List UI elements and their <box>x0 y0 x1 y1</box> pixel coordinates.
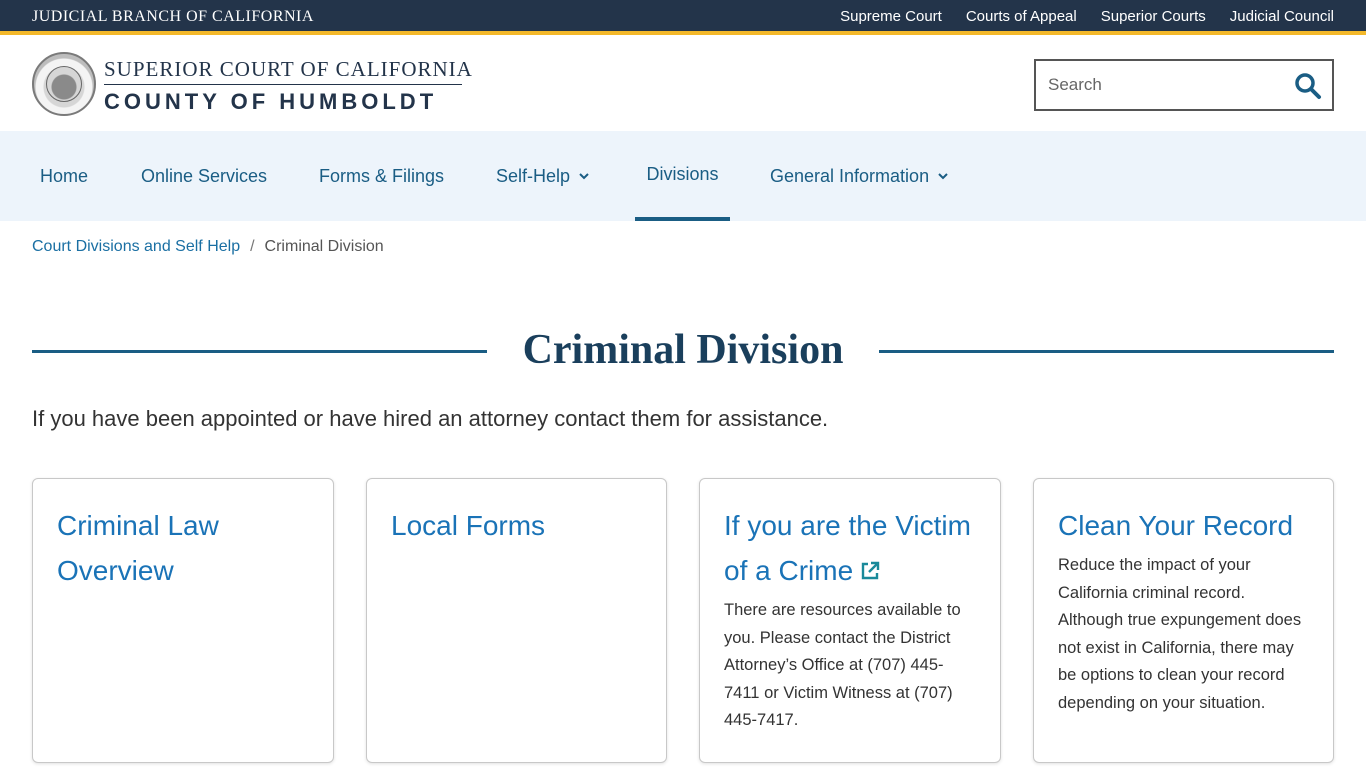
card-criminal-law-overview[interactable]: Criminal Law Overview <box>32 478 334 763</box>
top-bar: JUDICIAL BRANCH OF CALIFORNIA Supreme Co… <box>0 0 1366 35</box>
card-victim-of-crime[interactable]: If you are the Victim of a Crime There a… <box>699 478 1001 763</box>
card-title[interactable]: If you are the Victim of a Crime <box>724 503 976 593</box>
card-body: Reduce the impact of your California cri… <box>1058 556 1302 712</box>
nav-online-services[interactable]: Online Services <box>141 131 267 221</box>
court-seal-icon[interactable] <box>32 52 96 116</box>
judicial-branch-label[interactable]: JUDICIAL BRANCH OF CALIFORNIA <box>32 8 314 26</box>
chevron-down-icon <box>579 173 589 180</box>
page-title: Criminal Division <box>522 327 844 373</box>
nav-home-label: Home <box>40 165 89 186</box>
nav-general-information-label: General Information <box>770 165 930 186</box>
card-body: There are resources available to you. Pl… <box>724 601 961 729</box>
top-link-courts-of-appeal[interactable]: Courts of Appeal <box>966 8 1077 25</box>
title-divider <box>104 84 462 85</box>
site-title-line1[interactable]: SUPERIOR COURT OF CALIFORNIA <box>104 57 473 82</box>
nav-online-services-label: Online Services <box>141 165 268 186</box>
top-link-supreme-court[interactable]: Supreme Court <box>840 8 942 25</box>
title-rule-left <box>32 350 487 353</box>
card-local-forms[interactable]: Local Forms <box>366 478 667 763</box>
main-nav: Home Online Services Forms & Filings Sel… <box>0 131 1366 221</box>
nav-divisions-label: Divisions <box>646 163 719 184</box>
nav-general-information[interactable]: General Information <box>770 131 949 221</box>
card-title[interactable]: Clean Your Record <box>1058 503 1309 548</box>
search-icon[interactable] <box>1294 72 1322 100</box>
intro-text: If you have been appointed or have hired… <box>32 406 829 431</box>
top-link-superior-courts[interactable]: Superior Courts <box>1101 8 1206 25</box>
nav-divisions[interactable]: Divisions <box>635 131 730 221</box>
nav-forms-filings-label: Forms & Filings <box>319 165 445 186</box>
breadcrumb: Court Divisions and Self Help / Criminal… <box>32 238 384 256</box>
external-link-icon <box>861 561 880 580</box>
site-header: SUPERIOR COURT OF CALIFORNIA COUNTY OF H… <box>0 39 1366 131</box>
card-title[interactable]: Local Forms <box>391 503 642 548</box>
nav-home[interactable]: Home <box>40 131 88 221</box>
title-rule-right <box>879 350 1334 353</box>
card-title[interactable]: Criminal Law Overview <box>57 503 309 593</box>
site-title-line2[interactable]: COUNTY OF HUMBOLDT <box>104 89 437 115</box>
card-title-text: If you are the Victim of a Crime <box>724 510 971 586</box>
nav-forms-filings[interactable]: Forms & Filings <box>319 131 444 221</box>
nav-self-help-label: Self-Help <box>496 165 571 186</box>
breadcrumb-separator: / <box>250 238 255 255</box>
breadcrumb-current: Criminal Division <box>264 238 384 255</box>
card-clean-your-record[interactable]: Clean Your Record Reduce the impact of y… <box>1033 478 1334 763</box>
seal-inner <box>46 66 82 102</box>
nav-self-help[interactable]: Self-Help <box>496 131 590 221</box>
search-box <box>1034 59 1334 111</box>
chevron-down-icon <box>938 173 948 180</box>
search-input[interactable] <box>1048 73 1278 97</box>
top-links: Supreme Court Courts of Appeal Superior … <box>840 8 1334 25</box>
top-link-judicial-council[interactable]: Judicial Council <box>1230 8 1334 25</box>
breadcrumb-parent-link[interactable]: Court Divisions and Self Help <box>32 238 240 256</box>
